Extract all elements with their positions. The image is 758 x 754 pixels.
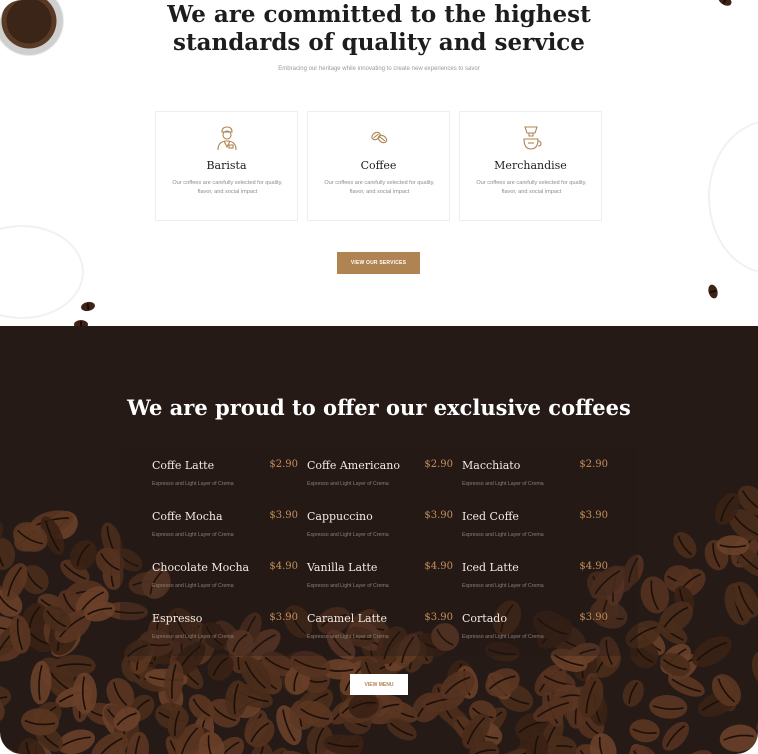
service-card-desc: Our coffees are carefully selected for q…	[476, 180, 587, 195]
menu-item[interactable]: Iced Coffe $3.90 Espresso and Light Laye…	[462, 510, 608, 550]
menu-item-name: Macchiato	[462, 459, 521, 472]
coffee-maker-icon	[522, 126, 542, 150]
menu-item-name: Caramel Latte	[307, 612, 387, 625]
coffee-bean	[751, 651, 758, 687]
menu-item[interactable]: Vanilla Latte $4.90 Espresso and Light L…	[307, 561, 453, 601]
coffee-bean	[662, 721, 690, 751]
menu-item-name: Coffe Americano	[307, 459, 400, 472]
service-card-title: Barista	[206, 159, 247, 172]
menu-item-name: Coffe Latte	[152, 459, 215, 472]
services-section: We are committed to the highest standard…	[0, 0, 758, 326]
menu-item[interactable]: Coffe Americano $2.90 Espresso and Light…	[307, 459, 453, 499]
barista-icon	[216, 126, 237, 151]
menu-heading: We are proud to offer our exclusive coff…	[127, 395, 631, 421]
menu-item-desc: Espresso and Light Layer of Crema	[307, 532, 389, 538]
menu-item-price: $3.90	[424, 510, 453, 521]
menu-item-price: $4.90	[269, 561, 298, 572]
menu-item-desc: Espresso and Light Layer of Crema	[152, 634, 234, 640]
coffee-bean-decoration	[706, 283, 720, 300]
menu-item-name: Iced Coffe	[462, 510, 519, 523]
services-cards: Barista Our coffees are carefully select…	[155, 111, 603, 221]
services-heading-line2: standards of quality and service	[173, 29, 585, 56]
menu-item-price: $2.90	[579, 459, 608, 470]
menu-item-price: $3.90	[269, 612, 298, 623]
services-heading: We are committed to the highest standard…	[0, 1, 758, 57]
coffee-bean	[719, 724, 758, 752]
coffee-bean	[622, 679, 644, 707]
menu-item-name: Chocolate Mocha	[152, 561, 250, 574]
menu-item[interactable]: Coffe Mocha $3.90 Espresso and Light Lay…	[152, 510, 298, 550]
menu-item-name: Cortado	[462, 612, 507, 625]
menu-item-desc: Espresso and Light Layer of Crema	[462, 634, 544, 640]
view-services-button[interactable]: VIEW OUR SERVICES	[337, 252, 420, 274]
menu-item-desc: Espresso and Light Layer of Crema	[307, 634, 389, 640]
menu-item[interactable]: Cappuccino $3.90 Espresso and Light Laye…	[307, 510, 453, 550]
menu-item-price: $3.90	[579, 510, 608, 521]
coffee-bean	[679, 750, 713, 754]
menu-item-price: $2.90	[424, 459, 453, 470]
menu-item-desc: Espresso and Light Layer of Crema	[307, 583, 389, 589]
menu-item-name: Iced Latte	[462, 561, 519, 574]
coffee-bean	[649, 695, 688, 719]
menu-item-desc: Espresso and Light Layer of Crema	[152, 532, 234, 538]
service-card-barista[interactable]: Barista Our coffees are carefully select…	[155, 111, 298, 221]
menu-item-price: $3.90	[269, 510, 298, 521]
menu-item[interactable]: Caramel Latte $3.90 Espresso and Light L…	[307, 612, 453, 652]
menu-item-name: Espresso	[152, 612, 203, 625]
menu-item-price: $4.90	[579, 561, 608, 572]
menu-item-name: Coffe Mocha	[152, 510, 223, 523]
menu-item-price: $2.90	[269, 459, 298, 470]
menu-item-price: $3.90	[424, 612, 453, 623]
services-subtitle: Embracing our heritage while innovating …	[278, 66, 480, 72]
menu-item-price: $4.90	[424, 561, 453, 572]
page-frame: We are committed to the highest standard…	[0, 0, 758, 754]
service-card-title: Merchandise	[494, 159, 567, 172]
service-card-desc: Our coffees are carefully selected for q…	[324, 180, 435, 195]
menu-item[interactable]: Iced Latte $4.90 Espresso and Light Laye…	[462, 561, 608, 601]
coffee-bean	[673, 532, 697, 559]
service-card-title: Coffee	[360, 159, 397, 172]
menu-item-desc: Espresso and Light Layer of Crema	[152, 481, 234, 487]
services-heading-line1: We are committed to the highest	[167, 1, 591, 28]
menu-item-name: Vanilla Latte	[307, 561, 378, 574]
menu-item-desc: Espresso and Light Layer of Crema	[462, 583, 544, 589]
menu-item-desc: Espresso and Light Layer of Crema	[152, 583, 234, 589]
service-card-desc: Our coffees are carefully selected for q…	[172, 180, 283, 195]
menu-item[interactable]: Espresso $3.90 Espresso and Light Layer …	[152, 612, 298, 652]
menu-item[interactable]: Macchiato $2.90 Espresso and Light Layer…	[462, 459, 608, 499]
menu-item-desc: Espresso and Light Layer of Crema	[462, 481, 544, 487]
view-menu-button[interactable]: VIEW MENU	[350, 674, 408, 695]
coffee-bean-decoration	[80, 300, 96, 313]
menu-item-desc: Espresso and Light Layer of Crema	[462, 532, 544, 538]
service-card-coffee[interactable]: Coffee Our coffees are carefully selecte…	[307, 111, 450, 221]
menu-section: We are proud to offer our exclusive coff…	[0, 326, 758, 754]
coffee-beans-icon	[370, 131, 387, 144]
menu-item-name: Cappuccino	[307, 510, 373, 523]
menu-item-desc: Espresso and Light Layer of Crema	[307, 481, 389, 487]
service-card-merchandise[interactable]: Merchandise Our coffees are carefully se…	[459, 111, 602, 221]
coffee-bean	[629, 719, 660, 743]
coffee-splash-decoration	[0, 225, 84, 319]
menu-item[interactable]: Cortado $3.90 Espresso and Light Layer o…	[462, 612, 608, 652]
menu-item[interactable]: Coffe Latte $2.90 Espresso and Light Lay…	[152, 459, 298, 499]
menu-item[interactable]: Chocolate Mocha $4.90 Espresso and Light…	[152, 561, 298, 601]
menu-item-price: $3.90	[579, 612, 608, 623]
coffee-splash-decoration	[708, 120, 758, 274]
